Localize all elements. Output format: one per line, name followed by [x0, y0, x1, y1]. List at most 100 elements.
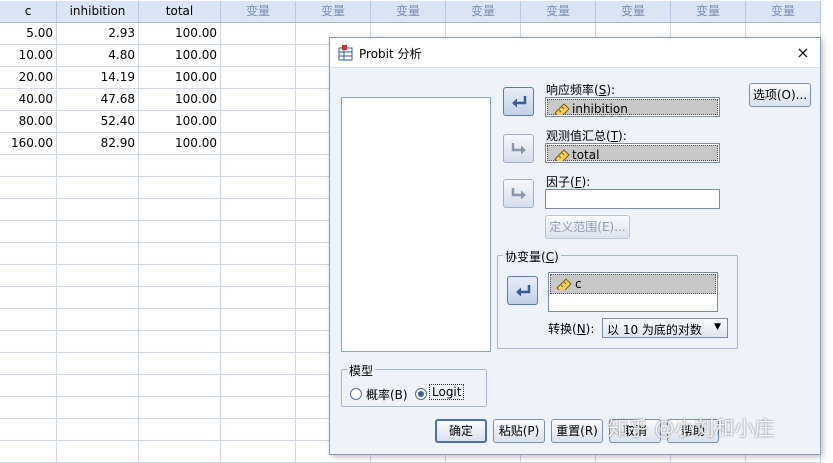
- table-cell[interactable]: [0, 375, 57, 397]
- table-cell[interactable]: 100.00: [139, 23, 221, 45]
- table-cell[interactable]: [221, 243, 296, 265]
- table-cell[interactable]: [221, 353, 296, 375]
- table-cell[interactable]: 100.00: [139, 133, 221, 155]
- table-cell[interactable]: [221, 23, 296, 45]
- table-cell[interactable]: 20.00: [0, 67, 57, 89]
- table-cell[interactable]: [0, 419, 57, 441]
- table-cell[interactable]: 100.00: [139, 89, 221, 111]
- table-cell[interactable]: [139, 155, 221, 177]
- source-variable-list[interactable]: [341, 97, 491, 352]
- move-to-covariate-button[interactable]: [507, 276, 538, 305]
- table-cell[interactable]: [57, 177, 139, 199]
- column-header[interactable]: 变量: [521, 1, 596, 23]
- probit-radio[interactable]: [350, 388, 362, 400]
- table-cell[interactable]: [221, 221, 296, 243]
- table-cell[interactable]: [221, 375, 296, 397]
- table-cell[interactable]: [57, 375, 139, 397]
- table-cell[interactable]: [221, 331, 296, 353]
- logit-radio[interactable]: [415, 388, 427, 400]
- table-cell[interactable]: [57, 199, 139, 221]
- table-cell[interactable]: [139, 265, 221, 287]
- move-to-response-button[interactable]: [503, 87, 534, 116]
- cancel-button[interactable]: 取消: [609, 419, 661, 443]
- table-cell[interactable]: 2.93: [57, 23, 139, 45]
- help-button[interactable]: 帮助: [667, 419, 719, 443]
- table-cell[interactable]: [139, 287, 221, 309]
- table-cell[interactable]: [0, 199, 57, 221]
- table-cell[interactable]: [221, 419, 296, 441]
- table-cell[interactable]: [57, 221, 139, 243]
- table-cell[interactable]: [221, 155, 296, 177]
- close-button[interactable]: ×: [792, 42, 814, 64]
- table-cell[interactable]: [57, 419, 139, 441]
- reset-button[interactable]: 重置(R): [551, 419, 603, 443]
- table-cell[interactable]: [0, 177, 57, 199]
- table-cell[interactable]: 160.00: [0, 133, 57, 155]
- table-cell[interactable]: [221, 309, 296, 331]
- table-cell[interactable]: [0, 155, 57, 177]
- table-cell[interactable]: 40.00: [0, 89, 57, 111]
- response-freq-field[interactable]: inhibition: [545, 97, 720, 117]
- table-cell[interactable]: 14.19: [57, 67, 139, 89]
- table-cell[interactable]: [139, 419, 221, 441]
- table-cell[interactable]: [57, 243, 139, 265]
- table-cell[interactable]: [139, 331, 221, 353]
- covariate-list[interactable]: c: [548, 272, 718, 312]
- column-header[interactable]: 变量: [296, 1, 371, 23]
- table-cell[interactable]: [0, 221, 57, 243]
- table-cell[interactable]: [221, 111, 296, 133]
- paste-button[interactable]: 粘贴(P): [493, 419, 545, 443]
- list-item[interactable]: c: [550, 274, 716, 294]
- column-header[interactable]: 变量: [596, 1, 671, 23]
- table-cell[interactable]: [139, 221, 221, 243]
- table-cell[interactable]: [0, 243, 57, 265]
- table-cell[interactable]: [57, 287, 139, 309]
- table-cell[interactable]: [221, 441, 296, 463]
- table-cell[interactable]: [0, 397, 57, 419]
- table-cell[interactable]: 100.00: [139, 111, 221, 133]
- table-cell[interactable]: [221, 177, 296, 199]
- table-cell[interactable]: [221, 265, 296, 287]
- table-cell[interactable]: [139, 309, 221, 331]
- column-header[interactable]: c: [0, 1, 57, 23]
- table-cell[interactable]: 100.00: [139, 67, 221, 89]
- table-cell[interactable]: [139, 397, 221, 419]
- table-cell[interactable]: 82.90: [57, 133, 139, 155]
- table-cell[interactable]: [221, 397, 296, 419]
- table-cell[interactable]: [0, 309, 57, 331]
- table-cell[interactable]: 5.00: [0, 23, 57, 45]
- table-cell[interactable]: [221, 287, 296, 309]
- table-cell[interactable]: [57, 155, 139, 177]
- transform-select[interactable]: 以 10 为底的对数 ▼: [602, 318, 728, 338]
- table-cell[interactable]: [139, 243, 221, 265]
- table-cell[interactable]: [57, 441, 139, 463]
- column-header[interactable]: 变量: [446, 1, 521, 23]
- column-header[interactable]: 变量: [371, 1, 446, 23]
- factor-field[interactable]: [545, 189, 720, 209]
- table-cell[interactable]: [221, 67, 296, 89]
- table-cell[interactable]: [139, 199, 221, 221]
- table-cell[interactable]: [221, 133, 296, 155]
- table-cell[interactable]: 10.00: [0, 45, 57, 67]
- ok-button[interactable]: 确定: [435, 419, 487, 443]
- column-header[interactable]: inhibition: [57, 1, 139, 23]
- table-cell[interactable]: 80.00: [0, 111, 57, 133]
- column-header[interactable]: 变量: [671, 1, 746, 23]
- column-header[interactable]: 变量: [221, 1, 296, 23]
- table-cell[interactable]: [221, 199, 296, 221]
- table-cell[interactable]: [221, 45, 296, 67]
- table-cell[interactable]: 100.00: [139, 45, 221, 67]
- table-cell[interactable]: [57, 331, 139, 353]
- column-header[interactable]: 变量: [746, 1, 821, 23]
- table-cell[interactable]: [0, 331, 57, 353]
- table-cell[interactable]: [57, 265, 139, 287]
- table-cell[interactable]: 52.40: [57, 111, 139, 133]
- options-button[interactable]: 选项(O)...: [749, 83, 811, 107]
- table-cell[interactable]: [139, 375, 221, 397]
- table-cell[interactable]: [139, 441, 221, 463]
- table-cell[interactable]: [0, 265, 57, 287]
- table-cell[interactable]: [139, 353, 221, 375]
- table-cell[interactable]: [0, 441, 57, 463]
- table-cell[interactable]: 47.68: [57, 89, 139, 111]
- observed-total-field[interactable]: total: [545, 143, 720, 163]
